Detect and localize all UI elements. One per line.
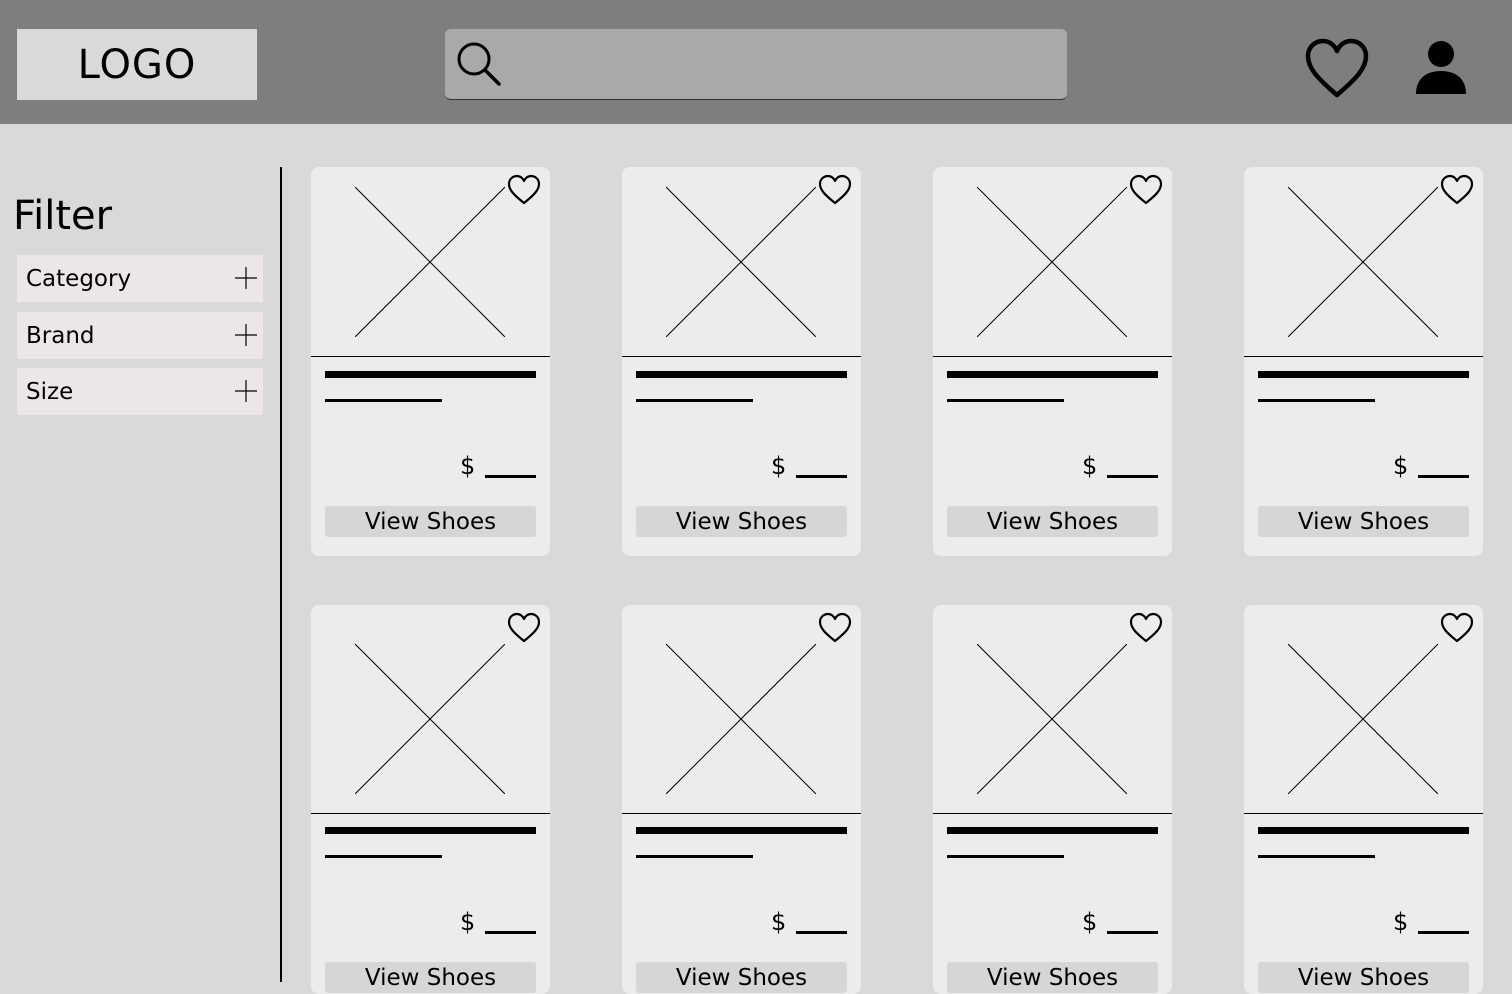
- filter-item-label: Category: [26, 266, 132, 292]
- filter-item-category[interactable]: Category: [17, 255, 263, 302]
- filter-item-label: Brand: [26, 323, 95, 349]
- product-subtitle-placeholder: [636, 399, 753, 402]
- product-card[interactable]: $ View Shoes: [933, 605, 1172, 994]
- product-title-placeholder: [636, 827, 847, 834]
- image-placeholder-icon: [1288, 644, 1438, 794]
- heart-icon[interactable]: [507, 174, 541, 206]
- price-currency: $: [460, 908, 476, 936]
- price-currency: $: [771, 908, 787, 936]
- price-placeholder: [796, 475, 847, 478]
- product-title-placeholder: [636, 371, 847, 378]
- product-subtitle-placeholder: [325, 399, 442, 402]
- heart-icon[interactable]: [1440, 174, 1474, 206]
- image-placeholder-icon: [1288, 187, 1438, 337]
- product-title-placeholder: [947, 371, 1158, 378]
- product-subtitle-placeholder: [947, 855, 1064, 858]
- price-placeholder: [796, 931, 847, 934]
- product-title-placeholder: [1258, 827, 1469, 834]
- plus-icon[interactable]: [235, 267, 257, 289]
- price-placeholder: [1418, 475, 1469, 478]
- view-shoes-button[interactable]: View Shoes: [636, 506, 847, 537]
- price-placeholder: [485, 475, 536, 478]
- product-title-placeholder: [325, 371, 536, 378]
- heart-icon[interactable]: [1129, 612, 1163, 644]
- product-subtitle-placeholder: [636, 855, 753, 858]
- product-subtitle-placeholder: [1258, 855, 1375, 858]
- heart-icon[interactable]: [1305, 38, 1369, 100]
- search-bar[interactable]: [445, 29, 1067, 100]
- filter-item-brand[interactable]: Brand: [17, 312, 263, 359]
- view-shoes-button[interactable]: View Shoes: [947, 506, 1158, 537]
- product-card[interactable]: $ View Shoes: [622, 167, 861, 556]
- image-placeholder-icon: [355, 187, 505, 337]
- image-placeholder-icon: [977, 644, 1127, 794]
- price-placeholder: [1418, 931, 1469, 934]
- heart-icon[interactable]: [507, 612, 541, 644]
- price-placeholder: [485, 931, 536, 934]
- heart-icon[interactable]: [1440, 612, 1474, 644]
- price-currency: $: [460, 452, 476, 480]
- view-shoes-button[interactable]: View Shoes: [1258, 962, 1469, 993]
- price-placeholder: [1107, 475, 1158, 478]
- sidebar-divider: [280, 167, 282, 982]
- filter-item-size[interactable]: Size: [17, 368, 263, 415]
- product-subtitle-placeholder: [1258, 399, 1375, 402]
- product-title-placeholder: [947, 827, 1158, 834]
- header: LOGO: [0, 0, 1512, 124]
- price-currency: $: [1393, 908, 1409, 936]
- product-card[interactable]: $ View Shoes: [1244, 605, 1483, 994]
- image-placeholder-icon: [977, 187, 1127, 337]
- logo[interactable]: LOGO: [17, 29, 257, 100]
- filter-title: Filter: [13, 193, 113, 239]
- image-placeholder-icon: [666, 187, 816, 337]
- search-icon[interactable]: [455, 40, 503, 88]
- product-title-placeholder: [325, 827, 536, 834]
- price-placeholder: [1107, 931, 1158, 934]
- filter-item-label: Size: [26, 379, 74, 405]
- product-subtitle-placeholder: [947, 399, 1064, 402]
- product-title-placeholder: [1258, 371, 1469, 378]
- heart-icon[interactable]: [818, 174, 852, 206]
- image-placeholder-icon: [355, 644, 505, 794]
- view-shoes-button[interactable]: View Shoes: [947, 962, 1158, 993]
- product-card[interactable]: $ View Shoes: [622, 605, 861, 994]
- search-input[interactable]: [509, 29, 1059, 100]
- plus-icon[interactable]: [235, 324, 257, 346]
- heart-icon[interactable]: [1129, 174, 1163, 206]
- view-shoes-button[interactable]: View Shoes: [325, 506, 536, 537]
- plus-icon[interactable]: [235, 380, 257, 402]
- price-currency: $: [1082, 452, 1098, 480]
- product-card[interactable]: $ View Shoes: [311, 605, 550, 994]
- view-shoes-button[interactable]: View Shoes: [325, 962, 536, 993]
- product-subtitle-placeholder: [325, 855, 442, 858]
- product-card[interactable]: $ View Shoes: [933, 167, 1172, 556]
- price-currency: $: [771, 452, 787, 480]
- product-card[interactable]: $ View Shoes: [1244, 167, 1483, 556]
- price-currency: $: [1082, 908, 1098, 936]
- image-placeholder-icon: [666, 644, 816, 794]
- heart-icon[interactable]: [818, 612, 852, 644]
- product-card[interactable]: $ View Shoes: [311, 167, 550, 556]
- view-shoes-button[interactable]: View Shoes: [636, 962, 847, 993]
- view-shoes-button[interactable]: View Shoes: [1258, 506, 1469, 537]
- user-icon[interactable]: [1412, 38, 1470, 96]
- price-currency: $: [1393, 452, 1409, 480]
